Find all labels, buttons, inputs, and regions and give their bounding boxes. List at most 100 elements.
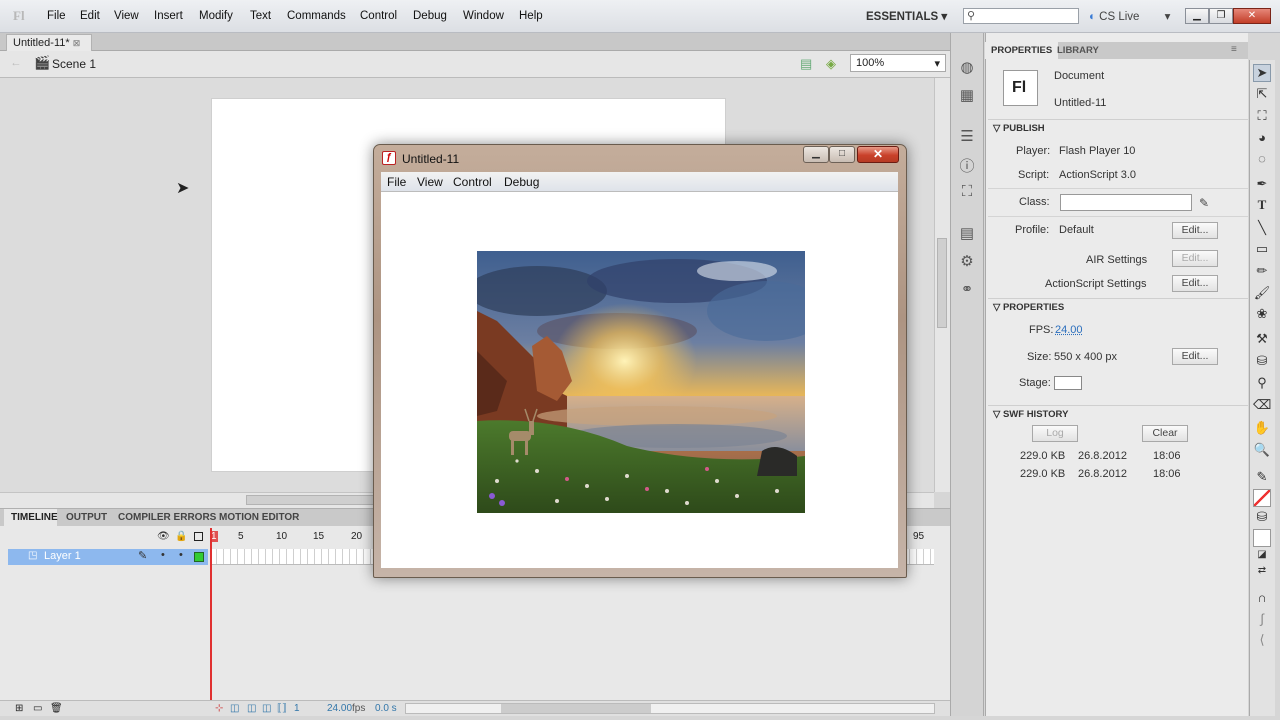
swf-menu-view[interactable]: View <box>417 175 443 189</box>
menu-window[interactable]: Window <box>463 10 504 22</box>
onion-markers-icon[interactable]: ⟦⟧ <box>277 703 287 714</box>
swatches-panel-icon[interactable]: ▦ <box>957 86 977 106</box>
center-frame-icon[interactable]: ⊹ <box>215 703 223 714</box>
color-panel-icon[interactable]: ◍ <box>957 58 977 78</box>
3d-rotation-tool-icon[interactable]: ◕ <box>1253 130 1271 148</box>
tab-output[interactable]: OUTPUT <box>66 512 107 523</box>
menu-help[interactable]: Help <box>519 10 543 22</box>
swf-close-button[interactable]: ✕ <box>857 146 899 163</box>
close-button[interactable]: ✕ <box>1233 8 1271 24</box>
onion-skin-icon[interactable]: ◫ <box>230 703 239 714</box>
transform-panel-icon[interactable]: ⛶ <box>957 183 977 203</box>
bone-tool-icon[interactable]: ⚒ <box>1253 331 1271 349</box>
menu-commands[interactable]: Commands <box>287 10 346 22</box>
lasso-tool-icon[interactable]: ◌ <box>1253 151 1271 169</box>
layer-row[interactable]: ◳ Layer 1 ✎ • • <box>8 549 208 565</box>
align-panel-icon[interactable]: ☰ <box>957 127 977 147</box>
swf-maximize-button[interactable]: □ <box>829 146 855 163</box>
restore-button[interactable]: ❐ <box>1209 8 1233 24</box>
fps-input[interactable]: 24.00 <box>1055 324 1083 336</box>
close-tab-icon[interactable]: ⊠ <box>73 38 81 48</box>
tab-compiler-errors[interactable]: COMPILER ERRORS <box>118 512 216 523</box>
pencil-tool-icon[interactable]: ✏ <box>1253 263 1271 281</box>
visible-dot[interactable]: • <box>161 549 165 561</box>
menu-insert[interactable]: Insert <box>154 10 183 22</box>
outline-icon[interactable] <box>194 532 203 541</box>
stroke-color-icon[interactable]: ✎ <box>1253 469 1271 487</box>
section-publish[interactable]: ▽ PUBLISH <box>988 119 1248 135</box>
menu-modify[interactable]: Modify <box>199 10 233 22</box>
snap-magnet-icon[interactable]: ∩ <box>1253 590 1271 608</box>
stage-vertical-scrollbar[interactable] <box>934 78 950 492</box>
edit-air-button[interactable]: Edit... <box>1172 250 1218 267</box>
menu-view[interactable]: View <box>114 10 139 22</box>
paint-bucket-tool-icon[interactable]: ⛁ <box>1253 353 1271 371</box>
panel-menu-icon[interactable]: ≡ <box>1231 44 1237 55</box>
playhead[interactable] <box>210 528 212 708</box>
brush-tool-icon[interactable]: 🖌 <box>1253 285 1271 303</box>
menu-file[interactable]: File <box>47 10 66 22</box>
eraser-tool-icon[interactable]: ⌫ <box>1253 397 1271 415</box>
line-tool-icon[interactable]: ╲ <box>1253 220 1271 238</box>
pencil-icon[interactable]: ✎ <box>1199 196 1209 210</box>
cs-live-button[interactable]: ◐ CS Live ▾ <box>1089 9 1170 23</box>
log-button[interactable]: Log <box>1032 425 1078 442</box>
straighten-icon[interactable]: ⟨ <box>1253 632 1271 650</box>
stage-color-swatch[interactable] <box>1054 376 1082 390</box>
eye-icon[interactable]: 👁 <box>157 531 170 542</box>
tab-properties[interactable]: PROPERTIES <box>985 42 1059 59</box>
new-folder-icon[interactable]: ▭ <box>33 703 42 714</box>
swf-menu-control[interactable]: Control <box>453 175 492 189</box>
delete-layer-icon[interactable]: 🗑 <box>50 703 63 714</box>
edit-scene-icon[interactable]: ▤ <box>800 56 812 72</box>
edit-size-button[interactable]: Edit... <box>1172 348 1218 365</box>
clear-button[interactable]: Clear <box>1142 425 1188 442</box>
zoom-tool-icon[interactable]: 🔍 <box>1253 442 1271 460</box>
subselection-tool-icon[interactable]: ⇱ <box>1253 86 1271 104</box>
zoom-select[interactable]: 100% ▾ <box>850 54 946 72</box>
tab-motion-editor[interactable]: MOTION EDITOR <box>219 512 299 523</box>
section-properties[interactable]: ▽ PROPERTIES <box>988 298 1248 314</box>
swap-colors-icon[interactable]: ⇄ <box>1253 565 1271 583</box>
swf-menu-debug[interactable]: Debug <box>504 175 539 189</box>
menu-text[interactable]: Text <box>250 10 271 22</box>
new-layer-icon[interactable]: ⊞ <box>15 703 23 714</box>
scroll-thumb[interactable] <box>501 704 651 713</box>
lock-dot[interactable]: • <box>179 549 183 561</box>
hand-tool-icon[interactable]: ✋ <box>1253 420 1271 438</box>
outline-color-swatch[interactable] <box>194 552 204 562</box>
class-input[interactable] <box>1060 194 1192 211</box>
tab-timeline[interactable]: TIMELINE <box>11 512 58 523</box>
edit-actionscript-button[interactable]: Edit... <box>1172 275 1218 292</box>
menu-edit[interactable]: Edit <box>80 10 100 22</box>
fill-color-swatch[interactable] <box>1253 489 1271 507</box>
minimize-button[interactable]: ▁ <box>1185 8 1209 24</box>
code-snippets-icon[interactable]: ▤ <box>957 224 977 244</box>
selection-tool-icon[interactable]: ➤ <box>1253 64 1271 82</box>
motion-presets-icon[interactable]: ⚭ <box>957 280 977 300</box>
swf-minimize-button[interactable]: ▁ <box>803 146 829 163</box>
smooth-icon[interactable]: ∫ <box>1253 611 1271 629</box>
scroll-thumb[interactable] <box>937 238 947 328</box>
tab-library[interactable]: LIBRARY <box>1051 42 1105 59</box>
edit-profile-button[interactable]: Edit... <box>1172 222 1218 239</box>
edit-symbols-icon[interactable]: ◈ <box>826 56 836 72</box>
workspace-switcher[interactable]: ESSENTIALS ▾ <box>866 9 947 23</box>
timeline-hscroll[interactable] <box>405 703 935 714</box>
rectangle-tool-icon[interactable]: ▭ <box>1253 241 1271 259</box>
menu-control[interactable]: Control <box>360 10 397 22</box>
document-tab[interactable]: Untitled-11* ⊠ <box>6 34 92 51</box>
free-transform-tool-icon[interactable]: ⛶ <box>1253 108 1271 126</box>
info-panel-icon[interactable]: ⓘ <box>957 155 977 175</box>
fill-bucket-icon[interactable]: ⛁ <box>1253 509 1271 527</box>
eyedropper-tool-icon[interactable]: ⚲ <box>1253 375 1271 393</box>
lock-icon[interactable]: 🔒 <box>175 531 187 542</box>
fps-value[interactable]: 24.00 <box>327 703 352 714</box>
search-input[interactable]: ⚲ <box>963 8 1079 24</box>
deco-tool-icon[interactable]: ❀ <box>1253 306 1271 324</box>
components-panel-icon[interactable]: ⚙ <box>957 252 977 272</box>
text-tool-icon[interactable]: T <box>1253 197 1271 215</box>
fill-swatch[interactable] <box>1253 529 1271 547</box>
back-arrow-icon[interactable]: ← <box>10 57 22 69</box>
pen-tool-icon[interactable]: ✒ <box>1253 176 1271 194</box>
